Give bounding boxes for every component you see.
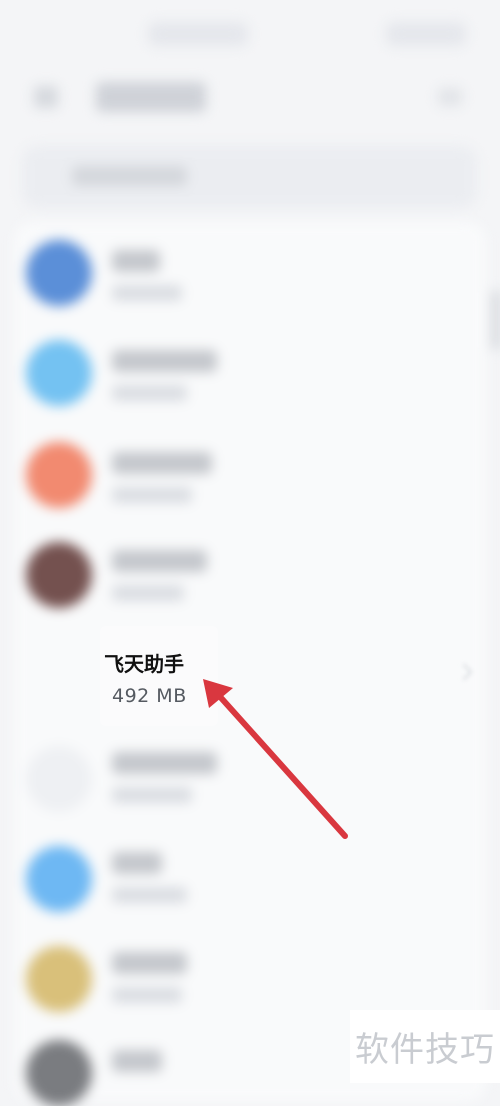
pointer-arrow-annotation — [203, 679, 348, 839]
arrow-shaft — [211, 687, 348, 839]
watermark: 软件技巧 — [350, 1010, 500, 1083]
